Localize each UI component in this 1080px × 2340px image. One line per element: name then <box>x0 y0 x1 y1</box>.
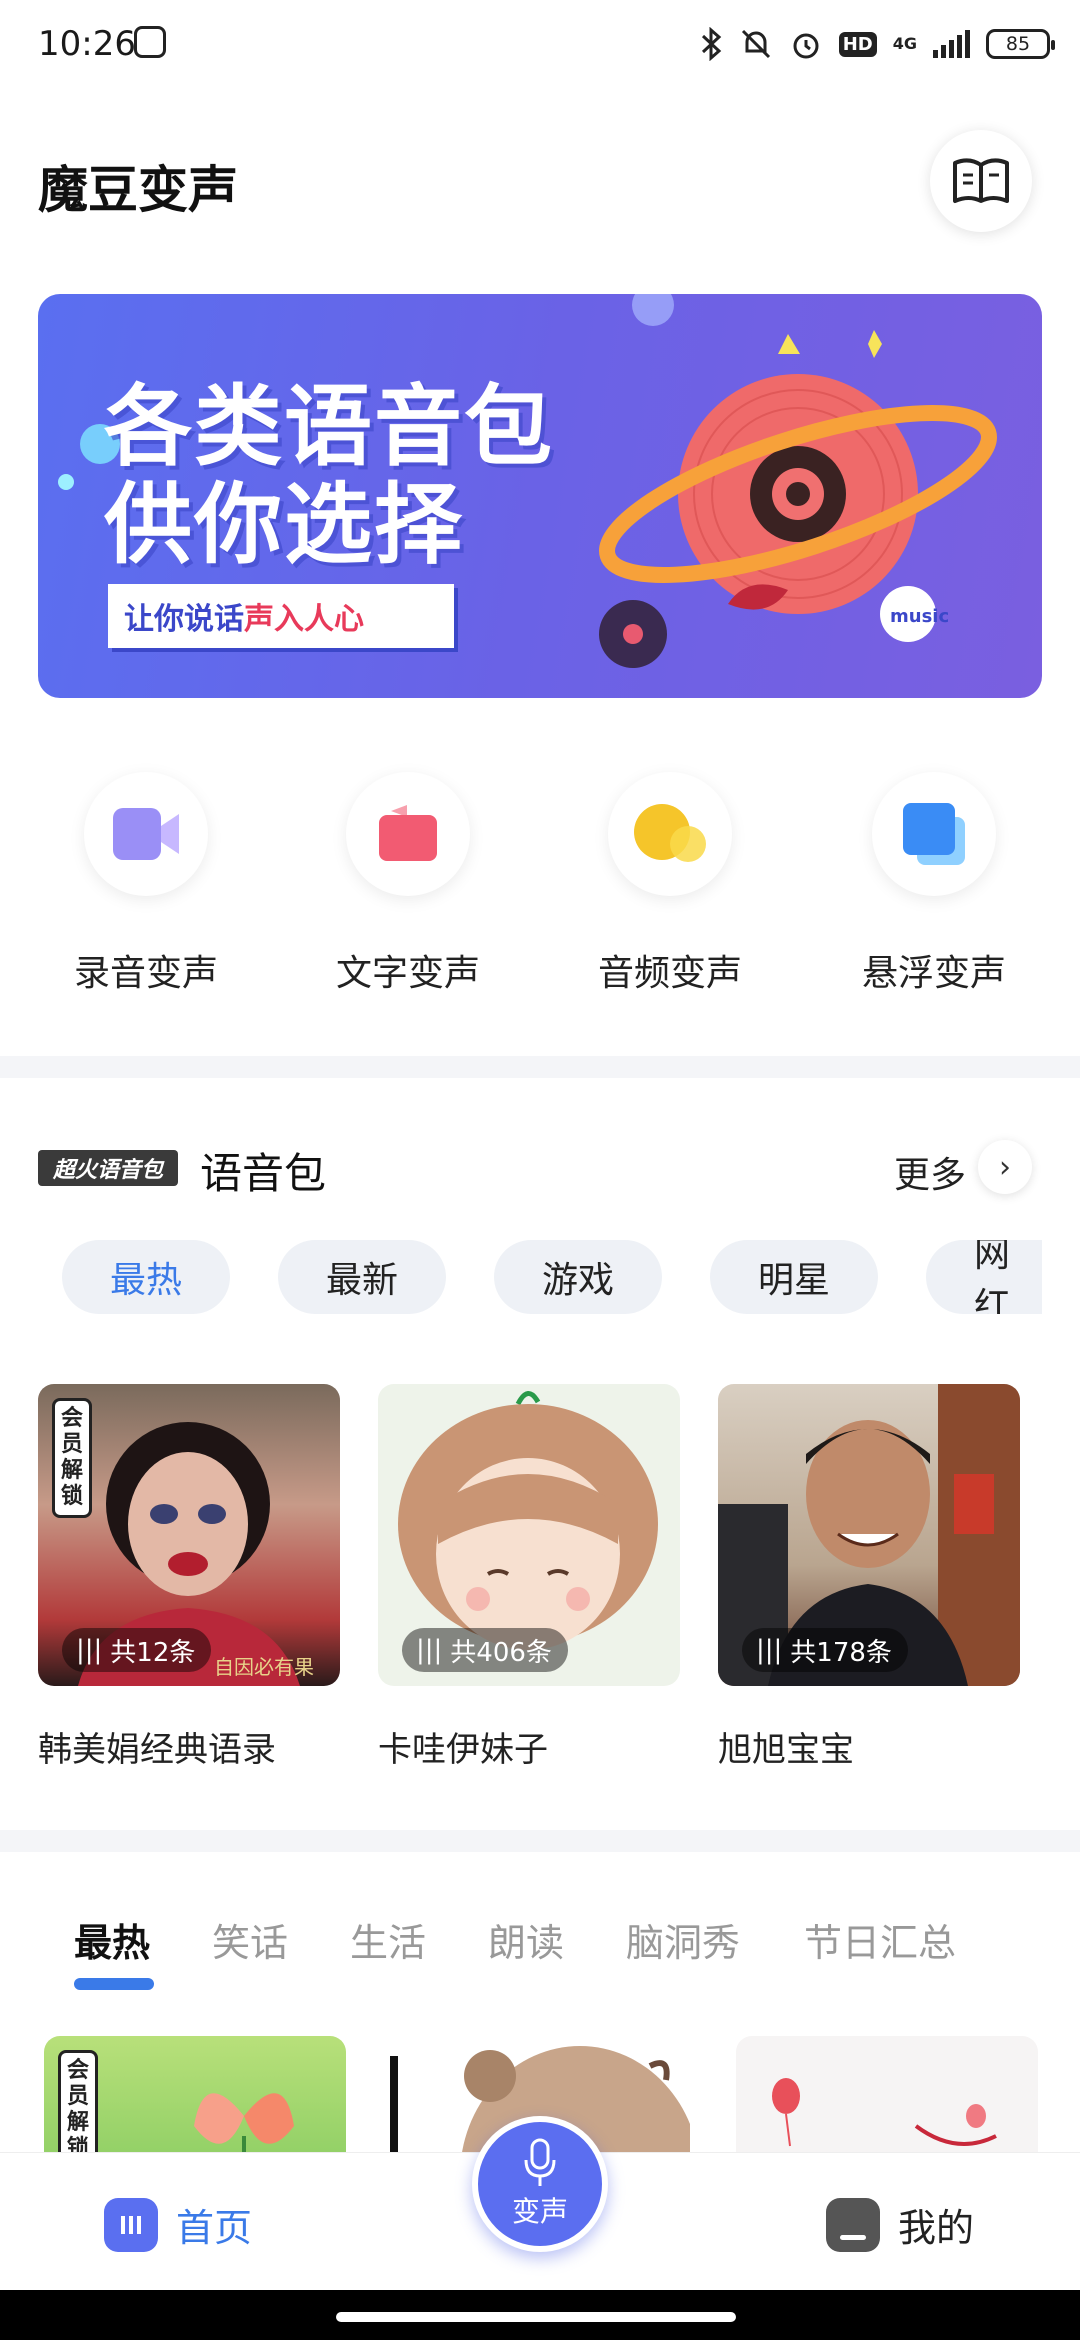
feature-circle <box>608 772 732 896</box>
feature-float-voice[interactable]: 悬浮变声 <box>846 772 1022 996</box>
status-bar: 10:26 HD 4G 85 <box>0 0 1080 92</box>
feature-circle <box>346 772 470 896</box>
float-window-icon <box>903 803 965 865</box>
chip-influencer[interactable]: 网红 <box>926 1240 1042 1314</box>
vip-char: 解 <box>66 2110 89 2135</box>
banner-bubble <box>58 474 74 490</box>
battery-icon: 85 <box>986 29 1055 59</box>
audio-wave-icon: ||| <box>756 1635 783 1665</box>
voice-change-label: 变声 <box>511 2195 568 2228</box>
feature-audio-voice[interactable]: 音频变声 <box>582 772 758 996</box>
nav-home-label: 首页 <box>176 2206 253 2250</box>
tab-brainstorm[interactable]: 脑洞秀 <box>626 1912 740 1967</box>
notification-icon <box>134 26 166 58</box>
section-divider <box>0 1056 1080 1078</box>
book-icon <box>953 158 1009 203</box>
feature-label: 悬浮变声 <box>861 953 1006 994</box>
signal-icon <box>933 30 970 58</box>
voice-change-button[interactable]: 变声 <box>472 2116 608 2252</box>
music-planet-illustration: music <box>599 330 997 668</box>
bluetooth-icon <box>701 27 723 61</box>
app-title: 魔豆变声 <box>38 161 238 219</box>
chip-hot[interactable]: 最热 <box>62 1240 230 1314</box>
battery-level: 85 <box>1005 33 1031 55</box>
section-divider <box>0 1830 1080 1852</box>
tab-holidays[interactable]: 节日汇总 <box>804 1912 956 1967</box>
vip-char: 会 <box>66 2058 89 2083</box>
audio-wave-icon: ||| <box>416 1635 443 1665</box>
feature-circle <box>872 772 996 896</box>
voice-pack-card[interactable]: ||| 共178条 旭旭宝宝 <box>718 1384 1020 1771</box>
audio-wave-icon: ||| <box>76 1635 103 1665</box>
feature-circle <box>84 772 208 896</box>
chevron-right-icon[interactable]: › <box>978 1140 1032 1194</box>
nav-mine-label: 我的 <box>898 2206 975 2250</box>
vip-char: 会 <box>60 1406 83 1431</box>
voice-pack-title: 语音包 <box>200 1149 327 1198</box>
tab-indicator <box>74 1978 154 1990</box>
network-type: 4G <box>892 34 917 53</box>
promo-banner[interactable]: 各类语音包 供你选择 让你说话 声入人心 music <box>38 294 1042 698</box>
nav-home[interactable]: 首页 <box>104 2197 252 2252</box>
card-image: 会 员 解 锁 自因必有果 ||| 共12条 <box>38 1384 340 1686</box>
vip-char: 员 <box>66 2084 89 2109</box>
card-image: ||| 共178条 <box>718 1384 1020 1686</box>
hot-voice-pack-badge: 超火语音包 <box>38 1150 178 1186</box>
vip-unlock-badge: 会 员 解 锁 <box>52 1398 92 1518</box>
voice-pack-card[interactable]: 会 员 解 锁 自因必有果 ||| 共12条 韩美娟经典语录 <box>38 1384 340 1771</box>
track-count: ||| 共178条 <box>742 1628 908 1672</box>
gesture-bar <box>0 2290 1080 2340</box>
vip-char: 解 <box>60 1458 83 1483</box>
status-time: 10:26 <box>38 24 136 64</box>
track-count: ||| 共406条 <box>402 1628 568 1672</box>
text-card-icon <box>379 805 437 861</box>
banner-headline-2: 供你选择 <box>104 473 465 576</box>
home-icon <box>104 2197 158 2252</box>
video-camera-icon <box>113 808 179 860</box>
feature-label: 文字变声 <box>335 953 480 994</box>
track-count-text: 共406条 <box>450 1637 552 1668</box>
feature-label: 音频变声 <box>597 953 742 994</box>
card-title: 卡哇伊妹子 <box>378 1730 548 1770</box>
feature-text-voice[interactable]: 文字变声 <box>320 772 496 996</box>
tab-life[interactable]: 生活 <box>350 1912 426 1967</box>
card-caption: 自因必有果 <box>214 1655 314 1679</box>
card-title: 韩美娟经典语录 <box>38 1730 276 1770</box>
card-image: ||| 共406条 <box>378 1384 680 1686</box>
banner-slogan-part2: 声入人心 <box>244 602 364 637</box>
chip-star[interactable]: 明星 <box>710 1240 878 1314</box>
nav-mine[interactable]: 我的 <box>826 2197 974 2252</box>
feature-record-voice[interactable]: 录音变声 <box>58 772 234 996</box>
banner-slogan-part1: 让你说话 <box>124 602 244 637</box>
tab-jokes[interactable]: 笑话 <box>212 1912 288 1967</box>
chip-game[interactable]: 游戏 <box>494 1240 662 1314</box>
home-indicator[interactable] <box>336 2312 736 2322</box>
track-count: ||| 共12条 <box>62 1628 212 1672</box>
alarm-icon <box>789 27 823 61</box>
voice-pack-card[interactable]: ||| 共406条 卡哇伊妹子 <box>378 1384 680 1771</box>
audio-bubble-icon <box>634 804 706 862</box>
chip-new[interactable]: 最新 <box>278 1240 446 1314</box>
guide-button[interactable] <box>930 130 1032 232</box>
banner-slogan: 让你说话 声入人心 <box>108 584 454 648</box>
mute-bell-icon <box>739 27 773 61</box>
hd-icon: HD <box>838 31 877 57</box>
card-title: 旭旭宝宝 <box>718 1730 854 1770</box>
tab-hot[interactable]: 最热 <box>74 1912 150 1967</box>
feature-label: 录音变声 <box>73 953 218 994</box>
tab-reading[interactable]: 朗读 <box>488 1912 564 1967</box>
track-count-text: 共12条 <box>110 1637 196 1668</box>
profile-icon <box>826 2197 880 2252</box>
track-count-text: 共178条 <box>790 1637 892 1668</box>
vip-char: 锁 <box>60 1484 83 1509</box>
app-screen: 10:26 HD 4G 85 魔豆变声 各类语音包 供你选择 让你说话 声入人心… <box>0 0 1080 2340</box>
vip-char: 员 <box>60 1432 83 1457</box>
microphone-icon <box>524 2138 556 2186</box>
more-link[interactable]: 更多 <box>894 1146 966 1198</box>
svg-text:music: music <box>890 606 949 627</box>
